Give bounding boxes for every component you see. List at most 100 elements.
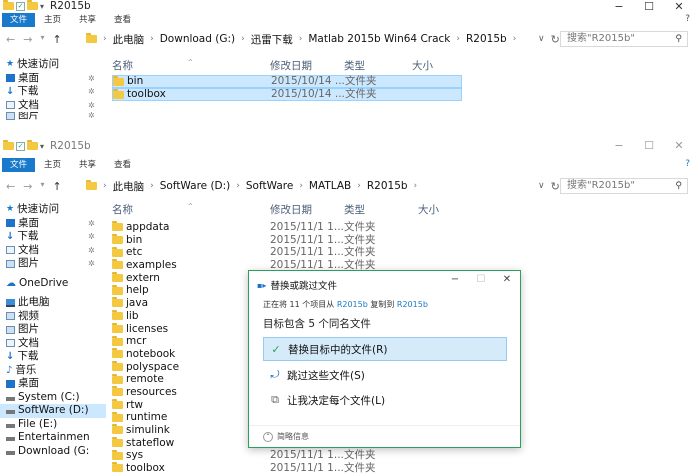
- tab-share[interactable]: 共享: [70, 13, 105, 27]
- breadcrumb-item[interactable]: MATLAB: [309, 180, 351, 192]
- breadcrumb-item[interactable]: R2015b: [466, 33, 507, 45]
- breadcrumb[interactable]: › 此电脑 › SoftWare (D:) › SoftWare › MATLA…: [86, 179, 534, 194]
- breadcrumb[interactable]: › 此电脑 › Download (G:) › 迅雷下载 › Matlab 20…: [86, 32, 534, 47]
- maximize-button[interactable]: ☐: [634, 0, 664, 13]
- pin-icon[interactable]: ✲: [88, 217, 95, 231]
- nav-drive-e[interactable]: File (E:): [0, 418, 106, 432]
- tab-home[interactable]: 主页: [35, 158, 70, 172]
- file-row[interactable]: sys 2015/11/1 1... 文件夹: [112, 449, 462, 462]
- back-button[interactable]: ←: [6, 33, 15, 46]
- replace-files-button[interactable]: ✓ 替换目标中的文件(R): [263, 337, 507, 361]
- pin-icon[interactable]: ✲: [88, 244, 95, 258]
- chevron-right-icon[interactable]: ›: [414, 181, 418, 191]
- chevron-right-icon[interactable]: ›: [299, 181, 303, 191]
- nav-downloads[interactable]: ↓ 下载 ✲: [0, 85, 106, 99]
- help-icon[interactable]: ?: [685, 159, 690, 169]
- file-row[interactable]: toolbox 2015/11/1 1... 文件夹: [112, 462, 462, 474]
- tab-file[interactable]: 文件: [2, 158, 36, 172]
- nav-quick-access[interactable]: ★ 快速访问: [0, 203, 106, 217]
- breadcrumb-item[interactable]: R2015b: [367, 180, 408, 192]
- tab-view[interactable]: 查看: [105, 13, 140, 27]
- chevron-right-icon[interactable]: ›: [103, 34, 107, 44]
- breadcrumb-item[interactable]: Matlab 2015b Win64 Crack: [308, 33, 450, 45]
- nav-desktop[interactable]: 桌面 ✲: [0, 72, 106, 86]
- chevron-right-icon[interactable]: ›: [103, 181, 107, 191]
- refresh-icon[interactable]: ↻: [551, 180, 560, 193]
- help-icon[interactable]: ?: [685, 14, 690, 24]
- chevron-right-icon[interactable]: ›: [513, 34, 517, 44]
- close-button[interactable]: ✕: [664, 0, 694, 13]
- up-button[interactable]: ↑: [52, 33, 61, 46]
- nav-music[interactable]: ♪ 音乐: [0, 364, 106, 378]
- nav-quick-access[interactable]: ★ 快速访问: [0, 58, 106, 72]
- column-date[interactable]: 修改日期: [270, 202, 312, 217]
- file-row[interactable]: toolbox 2015/10/14 ... 文件夹: [112, 88, 462, 101]
- new-folder-icon[interactable]: [27, 0, 38, 10]
- chevron-right-icon[interactable]: ›: [357, 181, 361, 191]
- tab-view[interactable]: 查看: [105, 158, 140, 172]
- nav-desktop[interactable]: 桌面 ✲: [0, 217, 106, 231]
- search-input[interactable]: 搜索"R2015b" ⚲: [560, 178, 688, 194]
- nav-downloads[interactable]: ↓ 下载 ✲: [0, 230, 106, 244]
- pin-icon[interactable]: ✲: [88, 85, 95, 99]
- nav-documents-pc[interactable]: 文档: [0, 337, 106, 351]
- file-row[interactable]: bin 2015/11/1 1... 文件夹: [112, 234, 462, 247]
- title-bar[interactable]: ✓ ▾ R2015b − ☐ ✕: [0, 0, 694, 13]
- nav-pictures-pc[interactable]: 图片: [0, 323, 106, 337]
- chevron-right-icon[interactable]: ›: [236, 181, 240, 191]
- properties-icon[interactable]: ✓: [16, 1, 25, 11]
- nav-documents[interactable]: 文档 ✲: [0, 99, 106, 113]
- breadcrumb-item[interactable]: 此电脑: [113, 32, 145, 47]
- search-input[interactable]: 搜索"R2015b" ⚲: [560, 31, 688, 47]
- close-button[interactable]: ✕: [664, 139, 694, 152]
- recent-dropdown-icon[interactable]: ▾: [40, 33, 44, 46]
- nav-downloads-pc[interactable]: ↓ 下载: [0, 350, 106, 364]
- properties-icon[interactable]: ✓: [16, 141, 25, 151]
- new-folder-icon[interactable]: [27, 140, 38, 150]
- tab-home[interactable]: 主页: [35, 13, 70, 27]
- back-button[interactable]: ←: [6, 180, 15, 193]
- pin-icon[interactable]: ✲: [88, 99, 95, 113]
- dialog-title-bar[interactable]: ▪▸ 替换或跳过文件: [257, 278, 337, 293]
- pin-icon[interactable]: ✲: [88, 230, 95, 244]
- file-row[interactable]: bin 2015/10/14 ... 文件夹: [112, 75, 462, 88]
- nav-videos[interactable]: 视频: [0, 310, 106, 324]
- maximize-button[interactable]: ☐: [634, 139, 664, 152]
- nav-desktop-pc[interactable]: 桌面: [0, 377, 106, 391]
- address-dropdown-icon[interactable]: ∨: [538, 181, 545, 191]
- refresh-icon[interactable]: ↻: [551, 33, 560, 46]
- chevron-right-icon[interactable]: ›: [299, 34, 303, 44]
- pin-icon[interactable]: ✲: [88, 257, 95, 271]
- minimize-button[interactable]: −: [604, 139, 634, 152]
- customize-toolbar-icon[interactable]: ▾: [40, 2, 44, 11]
- forward-button[interactable]: →: [23, 180, 32, 193]
- destination-link[interactable]: R2015b: [397, 300, 428, 309]
- minimize-button[interactable]: −: [604, 0, 634, 13]
- chevron-right-icon[interactable]: ›: [150, 181, 154, 191]
- skip-files-button[interactable]: ⤾ 跳过这些文件(S): [263, 363, 507, 387]
- nav-pictures[interactable]: 图片 ✲: [0, 112, 106, 120]
- tab-file[interactable]: 文件: [2, 13, 36, 27]
- source-link[interactable]: R2015b: [337, 300, 368, 309]
- decide-each-button[interactable]: ⧉ 让我决定每个文件(L): [263, 388, 507, 412]
- file-row[interactable]: etc 2015/11/1 1... 文件夹: [112, 246, 462, 259]
- tab-share[interactable]: 共享: [70, 158, 105, 172]
- customize-toolbar-icon[interactable]: ▾: [40, 142, 44, 151]
- breadcrumb-item[interactable]: SoftWare: [246, 180, 293, 192]
- nav-onedrive[interactable]: ☁ OneDrive: [0, 277, 106, 291]
- chevron-right-icon[interactable]: ›: [456, 34, 460, 44]
- up-button[interactable]: ↑: [52, 180, 61, 193]
- chevron-right-icon[interactable]: ›: [150, 34, 154, 44]
- column-name[interactable]: 名称: [112, 58, 133, 73]
- breadcrumb-item[interactable]: 此电脑: [113, 179, 145, 194]
- nav-drive-f[interactable]: Entertainmen: [0, 431, 106, 445]
- column-name[interactable]: 名称: [112, 202, 133, 217]
- column-type[interactable]: 类型: [344, 58, 365, 73]
- breadcrumb-item[interactable]: SoftWare (D:): [160, 180, 231, 192]
- pin-icon[interactable]: ✲: [88, 72, 95, 86]
- nav-pictures[interactable]: 图片 ✲: [0, 257, 106, 271]
- address-dropdown-icon[interactable]: ∨: [538, 34, 545, 44]
- recent-dropdown-icon[interactable]: ▾: [40, 180, 44, 193]
- file-row[interactable]: appdata 2015/11/1 1... 文件夹: [112, 221, 462, 234]
- title-bar[interactable]: ✓ ▾ R2015b − ☐ ✕: [0, 139, 694, 153]
